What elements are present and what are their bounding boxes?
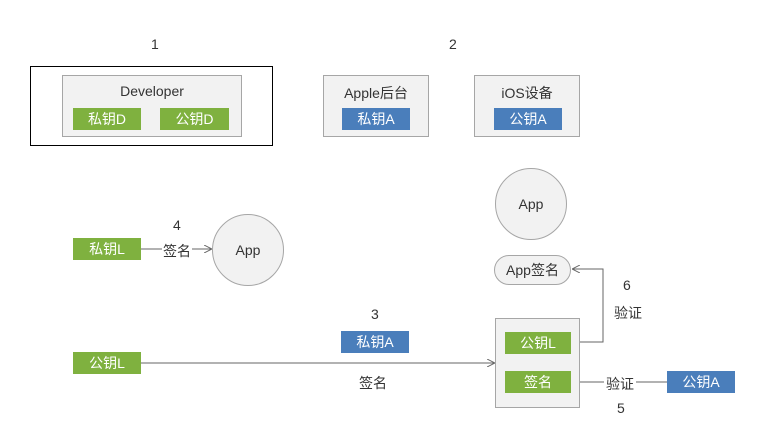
app-signature-pill: App签名 [494, 255, 571, 285]
verify-label-step5: 验证 [604, 374, 636, 394]
step-number-2: 2 [449, 36, 457, 52]
verify-label-step6: 验证 [614, 303, 642, 323]
ios-device-title: iOS设备 [501, 85, 553, 101]
private-key-l: 私钥L [73, 238, 141, 260]
apple-private-key: 私钥A [342, 108, 410, 130]
step-number-4: 4 [173, 217, 181, 233]
public-key-a-right: 公钥A [667, 371, 735, 393]
step-number-3: 3 [371, 306, 379, 322]
developer-public-key: 公钥D [160, 108, 229, 130]
app-circle-right: App [495, 168, 567, 240]
developer-private-key: 私钥D [73, 108, 141, 130]
apple-backend-title: Apple后台 [344, 85, 408, 101]
app-circle-left-label: App [235, 242, 261, 258]
public-key-l: 公钥L [73, 352, 141, 374]
private-key-a-middle: 私钥A [341, 331, 409, 353]
apple-backend-box: Apple后台 私钥A [323, 75, 429, 137]
device-public-key-l: 公钥L [505, 332, 571, 354]
sign-label-step3: 签名 [359, 373, 387, 393]
app-circle-right-label: App [518, 196, 544, 212]
app-circle-left: App [212, 214, 284, 286]
step-number-5: 5 [617, 400, 625, 416]
ios-device-box: iOS设备 公钥A [474, 75, 580, 137]
developer-box: Developer 私钥D 公钥D [62, 75, 242, 137]
step-number-6: 6 [623, 277, 631, 293]
sign-label-step4: 签名 [162, 241, 192, 261]
step-number-1: 1 [151, 36, 159, 52]
developer-title: Developer [120, 83, 184, 99]
device-signature: 签名 [505, 371, 571, 393]
ios-public-key: 公钥A [494, 108, 562, 130]
